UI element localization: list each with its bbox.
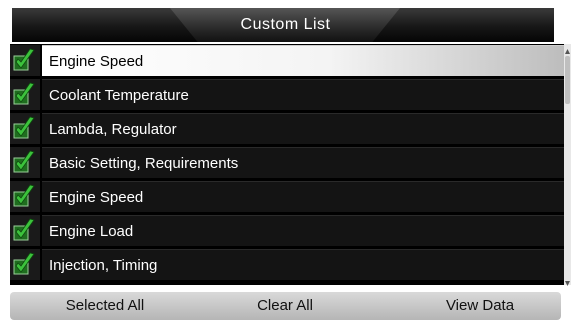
list-item[interactable]: Engine Load <box>10 214 564 247</box>
scrollbar[interactable] <box>564 44 571 286</box>
list-item-label: Engine Load <box>42 215 564 246</box>
view-data-button[interactable]: View Data <box>410 292 550 320</box>
list-item-label: Engine Speed <box>42 45 564 76</box>
action-bar: Selected All Clear All View Data <box>10 292 561 320</box>
title-bar: Custom List <box>0 8 571 42</box>
checkmark-icon[interactable] <box>10 181 40 212</box>
list-item[interactable]: Engine Speed <box>10 180 564 213</box>
list-item-label: Injection, Timing <box>42 249 564 280</box>
custom-list: Engine Speed Coolant Temperature Lambda,… <box>10 44 564 285</box>
list-item[interactable]: Engine Speed <box>10 44 564 77</box>
list-item-label: Basic Setting, Requirements <box>42 147 564 178</box>
list-item[interactable]: Basic Setting, Requirements <box>10 146 564 179</box>
checkmark-icon[interactable] <box>10 45 40 76</box>
checkmark-icon[interactable] <box>10 215 40 246</box>
clear-all-button[interactable]: Clear All <box>210 292 360 320</box>
checkmark-icon[interactable] <box>10 147 40 178</box>
scrollbar-thumb[interactable] <box>565 56 570 104</box>
checkmark-icon[interactable] <box>10 79 40 110</box>
list-item[interactable]: Lambda, Regulator <box>10 112 564 145</box>
list-item[interactable]: Coolant Temperature <box>10 78 564 111</box>
checkmark-icon[interactable] <box>10 249 40 280</box>
list-item-label: Lambda, Regulator <box>42 113 564 144</box>
list-item[interactable]: Injection, Timing <box>10 248 564 281</box>
list-item-label: Engine Speed <box>42 181 564 212</box>
arrow-down-icon[interactable] <box>564 275 571 286</box>
screen: Custom List Engine Speed Coolant Tempera… <box>0 0 571 326</box>
select-all-button[interactable]: Selected All <box>30 292 180 320</box>
page-title: Custom List <box>240 16 331 33</box>
arrow-up-icon[interactable] <box>564 44 571 54</box>
checkmark-icon[interactable] <box>10 113 40 144</box>
list-item-label: Coolant Temperature <box>42 79 564 110</box>
